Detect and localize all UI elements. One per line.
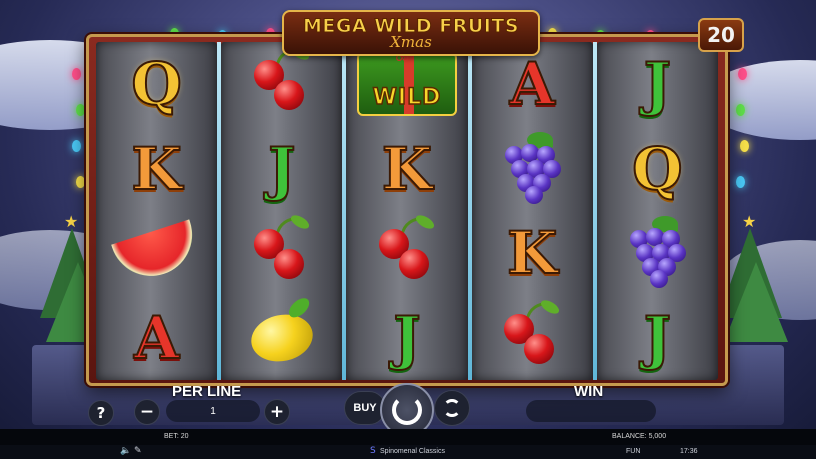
symbol-letter: K [381,134,433,203]
symbol-grapes [607,214,707,292]
symbol-cherry [357,211,457,292]
christmas-light [736,104,745,116]
sound-icon[interactable]: 🔈 [120,446,131,456]
status-bar: BET: 20 BALANCE: 5,000 [0,429,816,445]
cherry-icon [502,296,562,368]
christmas-light [72,68,81,80]
grapes-icon [497,131,567,204]
settings-icon[interactable]: ✎ [134,446,142,456]
christmas-light [72,140,81,152]
watermelon-icon [110,219,203,287]
autoplay-icon [443,399,461,417]
autoplay-button[interactable] [434,390,470,426]
christmas-light [736,176,745,188]
grapes-icon [622,216,692,289]
provider-logo-icon: S [370,446,376,456]
footer-bar: 🔈 ✎ S Spinomenal Classics FUN 17:36 [0,445,816,459]
symbol-letter: J [643,303,672,372]
symbol-letter: J [392,303,421,372]
symbol-a: A [107,299,207,377]
wild-gift-icon: ❀ WILD [357,42,457,117]
cherry-icon [252,211,312,283]
cherry-icon [252,42,312,114]
provider-name: Spinomenal Classics [380,448,445,455]
mode-text: FUN [626,448,641,455]
per-line-label: PER LINE [172,383,242,400]
lemon-icon [246,308,317,367]
christmas-tree [724,262,788,342]
symbol-grapes [482,130,582,208]
reel-1: Q K A [96,42,222,380]
christmas-light [740,140,749,152]
wild-label: WILD [372,85,442,112]
symbol-cherry [232,211,332,292]
lines-badge: 20 [698,18,744,52]
star-icon: ★ [64,212,79,231]
christmas-light [76,104,85,116]
symbol-letter: J [267,134,296,203]
per-line-value: 1 [166,400,260,422]
spin-icon [392,395,422,425]
symbol-letter: Q [631,134,684,203]
clock-text: 17:36 [680,448,698,455]
game-logo: MEGA WILD FRUITS Xmas [282,10,540,56]
symbol-letter: J [643,50,672,119]
reel-3: ❀ WILD K J [346,42,472,380]
symbol-cherry [232,42,332,123]
increase-bet-button[interactable]: + [264,399,290,425]
symbol-cherry [482,296,582,377]
symbol-j: J [607,299,707,377]
symbol-k: K [107,130,207,208]
help-button[interactable]: ? [88,400,114,426]
symbol-letter: K [130,134,182,203]
symbol-letter: Q [130,50,183,119]
symbol-j: J [357,299,457,377]
star-icon: ★ [742,212,757,231]
symbol-j: J [607,45,707,123]
symbol-letter: A [509,50,556,119]
symbol-k: K [357,130,457,208]
symbol-watermelon [107,214,207,292]
symbol-k: K [482,214,582,292]
symbol-letter: A [133,303,180,372]
win-display [526,400,656,422]
game-subtitle: Xmas [390,33,432,51]
balance-text: BALANCE: 5,000 [612,433,667,440]
symbol-a: A [482,45,582,123]
symbol-j: J [232,130,332,208]
reel-4: A K [471,42,598,380]
reels-area: Q K A J ❀ WILD K J A [96,42,719,380]
decrease-bet-button[interactable]: − [134,399,160,425]
symbol-wild: ❀ WILD [357,42,457,123]
win-label: WIN [574,383,604,400]
bet-text: BET: 20 [164,433,189,440]
symbol-q: Q [107,45,207,123]
symbol-lemon [232,299,332,377]
reel-2: J [221,42,347,380]
christmas-light [738,68,747,80]
cherry-icon [377,211,437,283]
reel-5: J Q J [596,42,719,380]
symbol-q: Q [607,130,707,208]
symbol-letter: K [506,219,558,288]
christmas-light [76,176,85,188]
